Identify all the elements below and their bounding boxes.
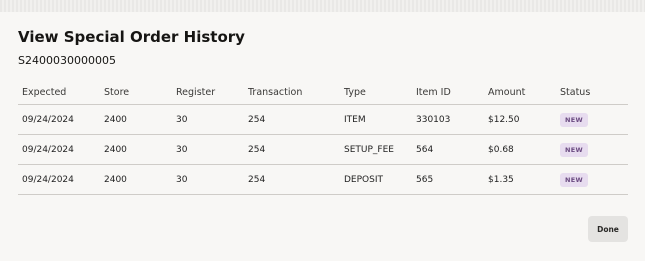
cell-expected: 09/24/2024 [18, 134, 100, 165]
status-badge: NEW [560, 112, 588, 127]
cell-transaction: 254 [244, 134, 340, 165]
cell-status: NEW [556, 104, 628, 135]
column-header-status[interactable]: Status [556, 80, 628, 105]
column-header-amount[interactable]: Amount [484, 80, 556, 105]
order-history-table: Expected Store Register Transaction Type… [18, 80, 628, 195]
cell-expected: 09/24/2024 [18, 104, 100, 135]
cell-register: 30 [172, 104, 244, 135]
cell-item-id: 564 [412, 134, 484, 165]
cell-type: DEPOSIT [340, 164, 412, 195]
cell-store: 2400 [100, 104, 172, 135]
table-row[interactable]: 09/24/2024 2400 30 254 SETUP_FEE 564 $0.… [18, 134, 628, 165]
column-header-store[interactable]: Store [100, 80, 172, 105]
cell-transaction: 254 [244, 164, 340, 195]
done-button[interactable]: Done [588, 216, 628, 242]
special-order-history-dialog: View Special Order History S240003000000… [0, 12, 645, 261]
cell-transaction: 254 [244, 104, 340, 135]
background-strip [0, 0, 645, 12]
cell-amount: $12.50 [484, 104, 556, 135]
cell-expected: 09/24/2024 [18, 164, 100, 195]
cell-register: 30 [172, 134, 244, 165]
table-header-row: Expected Store Register Transaction Type… [18, 80, 628, 105]
table-row[interactable]: 09/24/2024 2400 30 254 DEPOSIT 565 $1.35… [18, 164, 628, 195]
cell-type: ITEM [340, 104, 412, 135]
cell-register: 30 [172, 164, 244, 195]
cell-item-id: 565 [412, 164, 484, 195]
status-badge: NEW [560, 142, 588, 157]
table-row[interactable]: 09/24/2024 2400 30 254 ITEM 330103 $12.5… [18, 104, 628, 135]
cell-type: SETUP_FEE [340, 134, 412, 165]
column-header-item-id[interactable]: Item ID [412, 80, 484, 105]
cell-amount: $0.68 [484, 134, 556, 165]
cell-status: NEW [556, 164, 628, 195]
cell-status: NEW [556, 134, 628, 165]
dialog-title: View Special Order History [18, 28, 245, 46]
status-badge: NEW [560, 172, 588, 187]
cell-amount: $1.35 [484, 164, 556, 195]
cell-item-id: 330103 [412, 104, 484, 135]
cell-store: 2400 [100, 134, 172, 165]
column-header-transaction[interactable]: Transaction [244, 80, 340, 105]
column-header-register[interactable]: Register [172, 80, 244, 105]
cell-store: 2400 [100, 164, 172, 195]
order-id: S2400030000005 [18, 54, 116, 67]
column-header-type[interactable]: Type [340, 80, 412, 105]
column-header-expected[interactable]: Expected [18, 80, 100, 105]
